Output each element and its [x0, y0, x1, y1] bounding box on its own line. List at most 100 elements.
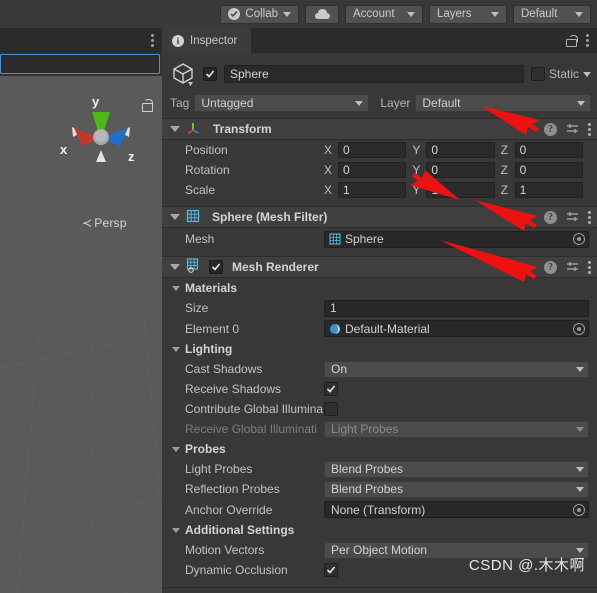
rotation-z-value: 0 [519, 163, 527, 177]
scale-z-input[interactable]: 1 [514, 182, 583, 198]
position-y-value: 0 [431, 143, 439, 157]
kebab-menu-icon[interactable] [151, 34, 154, 47]
rotation-x-input[interactable]: 0 [338, 162, 407, 178]
layer-label: Layer [380, 96, 411, 110]
foldout-triangle-icon[interactable] [172, 346, 180, 352]
row-label: Element 0 [185, 321, 240, 336]
component-title: Transform [213, 122, 272, 136]
reflection-probes-row: Reflection Probes Blend Probes [162, 479, 597, 499]
inspector-kebab-icon[interactable] [586, 34, 589, 47]
section-materials[interactable]: Materials [162, 278, 597, 298]
gameobject-active-checkbox[interactable] [203, 67, 217, 81]
component-title: Sphere (Mesh Filter) [212, 210, 328, 224]
inspector-lock-icon[interactable] [566, 34, 578, 47]
axis-y-label: Y [412, 143, 421, 157]
object-picker-icon[interactable] [573, 322, 585, 335]
scale-y-value: 1 [431, 183, 439, 197]
cloud-button[interactable] [305, 4, 339, 24]
foldout-triangle-icon[interactable] [172, 446, 180, 452]
position-z-value: 0 [519, 143, 527, 157]
component-header-mesh-filter[interactable]: Sphere (Mesh Filter) ? [162, 206, 597, 228]
rotation-y-input[interactable]: 0 [426, 162, 495, 178]
preset-icon[interactable] [566, 123, 579, 135]
search-input[interactable] [0, 54, 160, 74]
section-lighting[interactable]: Lighting [162, 339, 597, 359]
chevron-down-icon [576, 547, 584, 553]
contribute-gi-checkbox[interactable] [324, 402, 338, 416]
receive-gi-row: Receive Global Illuminati Light Probes [162, 419, 597, 439]
row-label: Mesh [185, 232, 215, 246]
bottom-divider [162, 587, 597, 588]
preset-icon[interactable] [566, 261, 579, 273]
scale-y-input[interactable]: 1 [426, 182, 495, 198]
gameobject-name-input[interactable]: Sphere [224, 65, 524, 83]
perspective-arrow-icon: ≺ [82, 216, 93, 230]
light-probes-value: Blend Probes [331, 462, 404, 476]
anchor-override-object-field[interactable]: None (Transform) [324, 501, 589, 518]
object-picker-icon[interactable] [573, 233, 585, 245]
row-label: Receive Shadows [185, 382, 282, 396]
gameobject-header: Sphere Static Tag Untagged Layer Default [162, 53, 597, 118]
object-picker-icon[interactable] [573, 503, 585, 516]
static-checkbox[interactable] [530, 67, 545, 81]
scene-lock-icon[interactable] [141, 99, 153, 112]
material-object-field[interactable]: Default-Material [324, 320, 589, 337]
help-icon[interactable]: ? [544, 260, 557, 274]
gizmo-axis-z-label: z [128, 149, 135, 164]
foldout-triangle-icon[interactable] [170, 264, 180, 270]
chevron-down-icon [576, 486, 584, 492]
perspective-toggle[interactable]: ≺ Persp [82, 216, 127, 230]
component-header-mesh-renderer[interactable]: Mesh Renderer ? [162, 256, 597, 278]
receive-shadows-checkbox[interactable] [324, 382, 338, 396]
rotation-z-input[interactable]: 0 [514, 162, 583, 178]
component-header-transform[interactable]: Transform ? [162, 118, 597, 140]
collab-button[interactable]: Collab [220, 4, 299, 24]
section-probes[interactable]: Probes [162, 439, 597, 459]
position-x-input[interactable]: 0 [338, 142, 407, 158]
static-chevron-down-icon[interactable] [583, 71, 591, 77]
kebab-menu-icon[interactable] [588, 260, 591, 274]
cast-shadows-dropdown[interactable]: On [324, 360, 589, 378]
chevron-down-icon [355, 100, 364, 106]
foldout-triangle-icon[interactable] [172, 285, 180, 291]
section-additional-settings[interactable]: Additional Settings [162, 520, 597, 540]
mesh-object-field[interactable]: Sphere [324, 230, 589, 248]
tab-inspector[interactable]: i Inspector [162, 28, 252, 53]
layer-dropdown[interactable]: Default [415, 94, 591, 112]
row-label: Light Probes [185, 462, 253, 476]
foldout-triangle-icon[interactable] [170, 126, 180, 132]
contribute-gi-row: Contribute Global Illumina [162, 399, 597, 419]
scale-x-input[interactable]: 1 [338, 182, 407, 198]
mesh-row: Mesh Sphere [162, 228, 597, 250]
account-button[interactable]: Account [345, 4, 423, 24]
tag-dropdown[interactable]: Untagged [194, 94, 370, 112]
cast-shadows-value: On [331, 362, 348, 376]
layout-button[interactable]: Default [513, 4, 591, 24]
scene-panel: y x z ≺ Persp [0, 28, 162, 593]
receive-gi-value: Light Probes [331, 422, 399, 436]
mesh-renderer-icon [186, 258, 201, 276]
materials-size-input[interactable]: 1 [324, 299, 589, 317]
foldout-triangle-icon[interactable] [172, 527, 180, 533]
materials-element0-row: Element 0 Default-Material [162, 318, 597, 339]
foldout-triangle-icon[interactable] [170, 214, 180, 220]
scale-z-value: 1 [519, 183, 527, 197]
gameobject-cube-icon [170, 61, 196, 87]
row-label: Receive Global Illuminati [185, 422, 318, 436]
mesh-icon [329, 233, 341, 245]
preset-icon[interactable] [566, 211, 579, 223]
reflection-probes-dropdown[interactable]: Blend Probes [324, 480, 589, 498]
layers-button[interactable]: Layers [429, 4, 507, 24]
kebab-menu-icon[interactable] [588, 122, 591, 136]
position-y-input[interactable]: 0 [426, 142, 495, 158]
chevron-down-icon [576, 366, 584, 372]
kebab-menu-icon[interactable] [588, 210, 591, 224]
mesh-renderer-enabled-checkbox[interactable] [209, 260, 223, 274]
dynamic-occlusion-checkbox[interactable] [324, 563, 338, 577]
scene-view[interactable]: y x z ≺ Persp [0, 76, 162, 593]
light-probes-dropdown[interactable]: Blend Probes [324, 460, 589, 478]
chevron-down-icon [576, 426, 584, 432]
help-icon[interactable]: ? [544, 210, 557, 224]
position-z-input[interactable]: 0 [514, 142, 583, 158]
help-icon[interactable]: ? [544, 122, 557, 136]
